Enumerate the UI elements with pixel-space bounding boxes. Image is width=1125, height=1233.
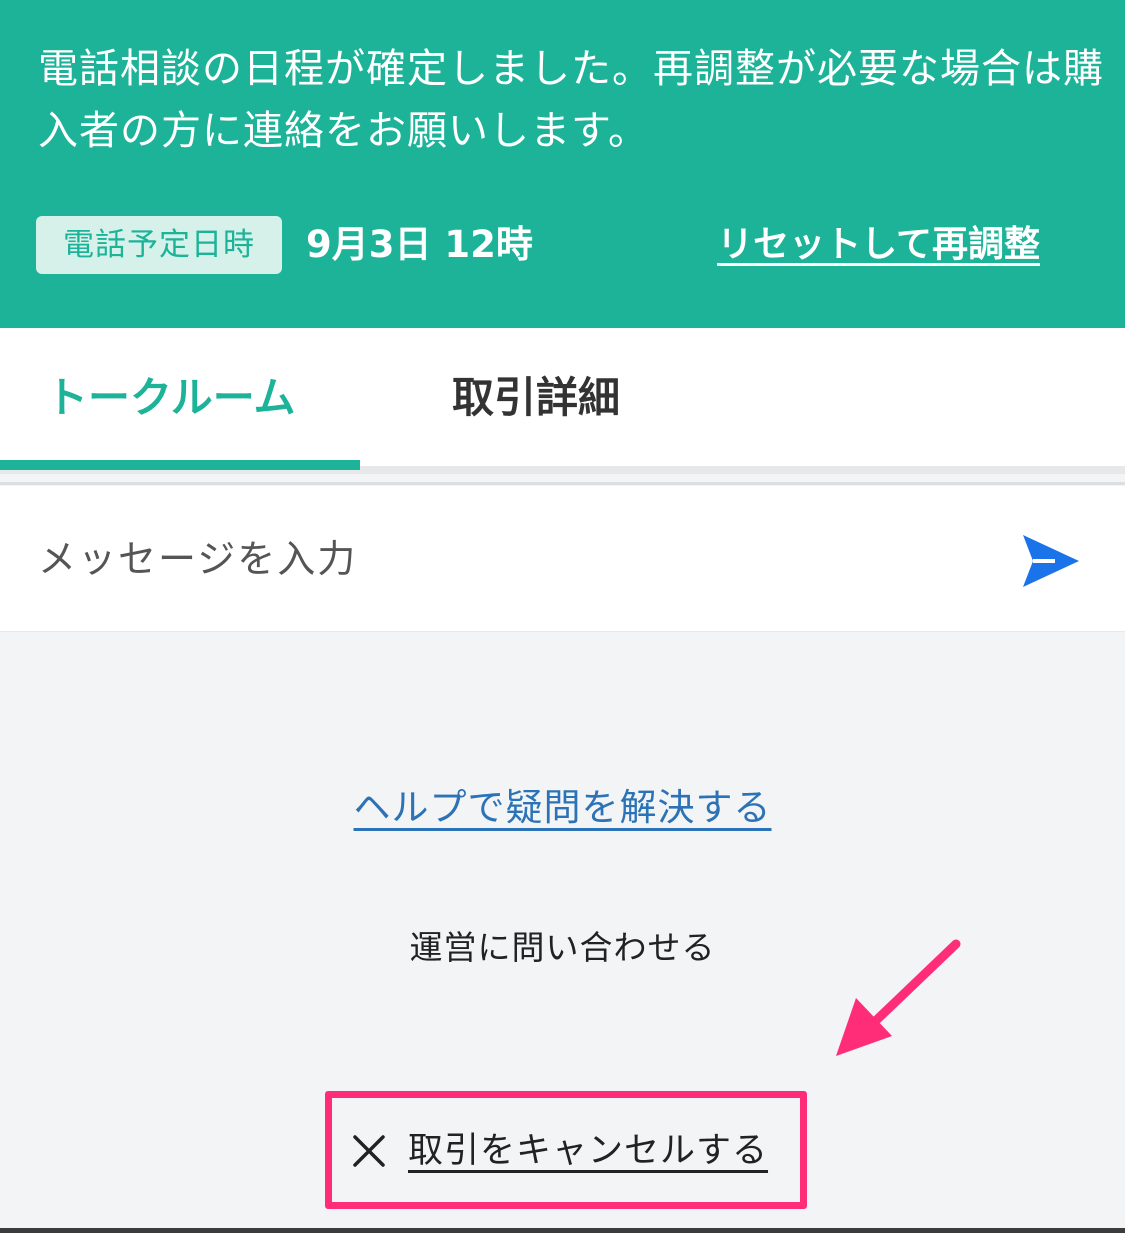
tab-trade-details[interactable]: 取引詳細 — [360, 328, 720, 468]
schedule-badge: 電話予定日時 — [36, 216, 282, 274]
help-link[interactable]: ヘルプで疑問を解決する — [0, 776, 1125, 840]
close-icon — [353, 1135, 385, 1167]
tab-bar: トークルーム 取引詳細 — [0, 328, 1125, 474]
reset-schedule-link[interactable]: リセットして再調整 — [717, 216, 1040, 274]
bottom-edge — [0, 1228, 1125, 1233]
schedule-datetime: 9月3日 12時 — [306, 223, 533, 266]
schedule-confirmed-banner: 電話相談の日程が確定しました。再調整が必要な場合は購入者の方に連絡をお願いします… — [0, 0, 1125, 328]
pointer-arrow-icon — [836, 939, 961, 1056]
trade-page: 電話相談の日程が確定しました。再調整が必要な場合は購入者の方に連絡をお願いします… — [0, 0, 1125, 1233]
schedule-row: 電話予定日時 9月3日 12時 リセットして再調整 — [36, 216, 1096, 274]
cancel-trade-button[interactable]: 取引をキャンセルする — [352, 1120, 768, 1182]
send-icon — [1023, 535, 1079, 587]
divider — [0, 482, 1125, 485]
message-input[interactable] — [0, 486, 1000, 632]
message-composer — [0, 486, 1125, 632]
active-tab-indicator — [0, 460, 360, 470]
banner-message: 電話相談の日程が確定しました。再調整が必要な場合は購入者の方に連絡をお願いします… — [38, 46, 1104, 154]
cancel-trade-label: 取引をキャンセルする — [408, 1131, 769, 1171]
tab-talk-room[interactable]: トークルーム — [0, 328, 360, 468]
send-button[interactable] — [1015, 525, 1085, 595]
